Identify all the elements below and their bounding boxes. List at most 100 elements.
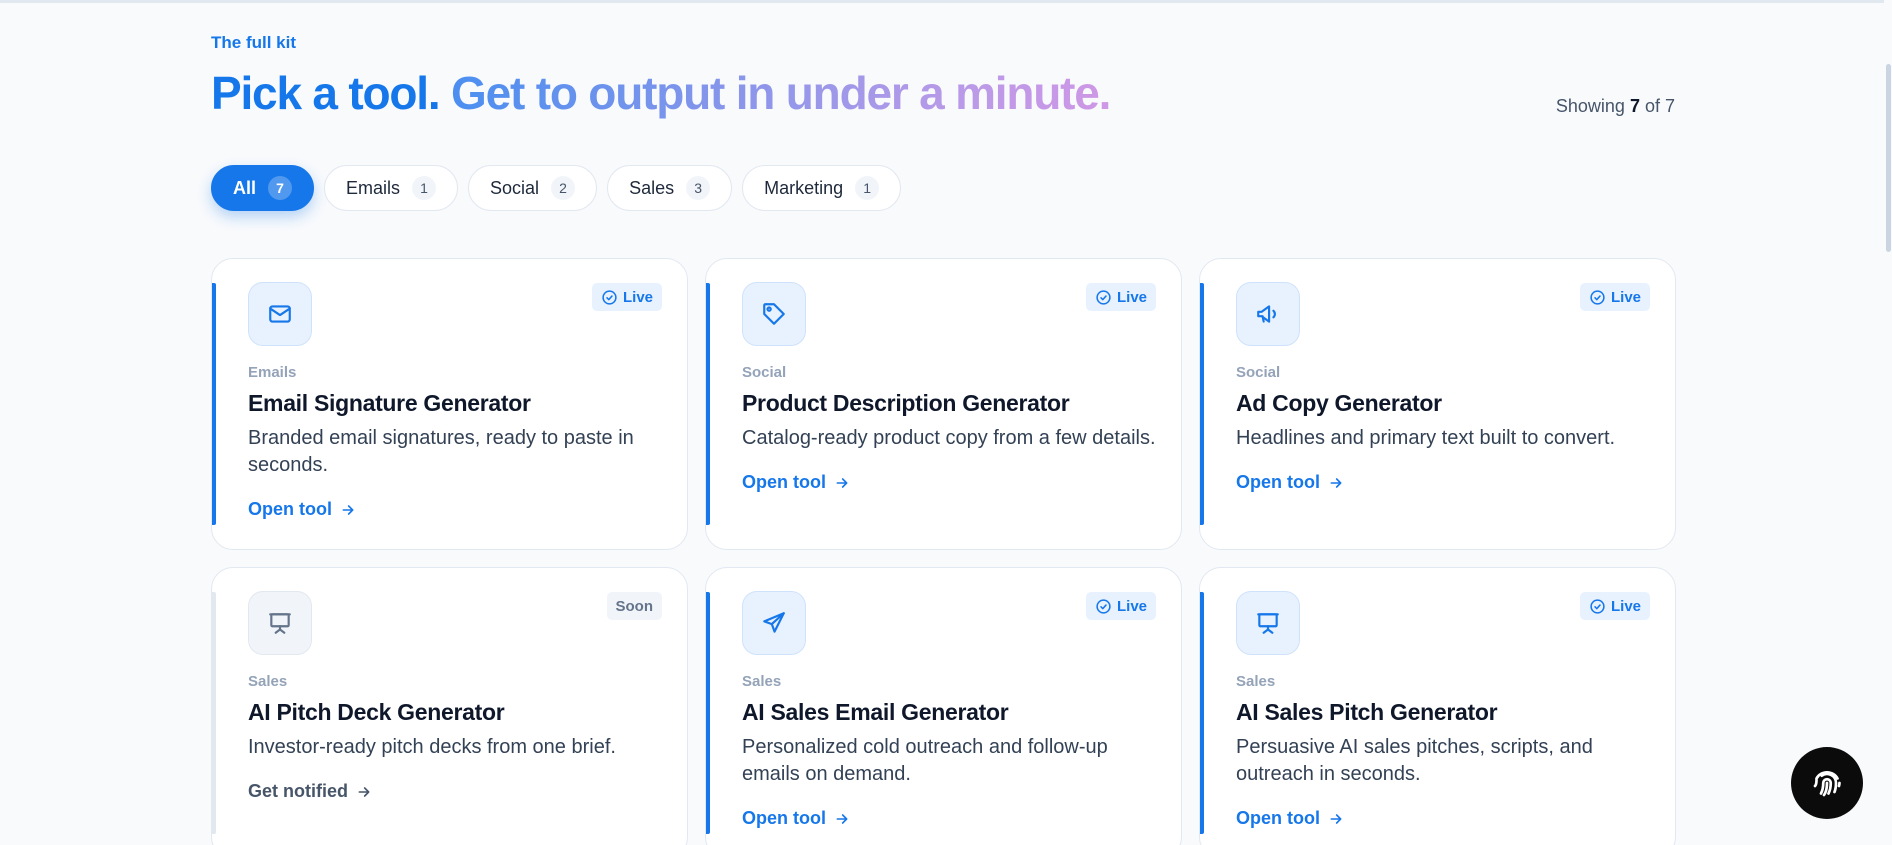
card-accent-bar [706, 283, 710, 525]
get-notified-link[interactable]: Get notified [248, 781, 372, 802]
section-eyebrow: The full kit [211, 33, 296, 52]
status-badge-label: Live [1116, 597, 1147, 615]
megaphone-icon [1236, 282, 1300, 346]
page-title-part2: Get to output in under a minute. [451, 67, 1111, 119]
card-category: Sales [1236, 673, 1276, 690]
card-title: Email Signature Generator [248, 390, 531, 416]
cta-label: Open tool [248, 499, 332, 519]
tool-card-product-description[interactable]: Live Social Product Description Generato… [705, 258, 1182, 550]
filter-chip-social[interactable]: Social 2 [468, 165, 598, 211]
scrollbar[interactable] [1884, 0, 1892, 845]
page-title-part1: Pick a tool. [211, 67, 441, 119]
card-accent-bar [212, 283, 216, 525]
status-badge: Soon [606, 592, 662, 620]
tool-grid: Live Emails Email Signature Generator Br… [211, 258, 1676, 845]
status-badge: Live [1579, 592, 1650, 620]
open-tool-link[interactable]: Open tool [742, 472, 850, 493]
filter-chip-label: Social [490, 177, 540, 198]
card-description: Headlines and primary text built to conv… [1236, 427, 1616, 449]
fingerprint-button[interactable] [1791, 747, 1863, 819]
card-description: Persuasive AI sales pitches, scripts, an… [1236, 736, 1593, 785]
status-badge: Live [1085, 592, 1156, 620]
status-badge-label: Live [1610, 288, 1641, 306]
open-tool-link[interactable]: Open tool [248, 499, 356, 520]
card-category: Social [1236, 364, 1281, 381]
card-accent-bar [1200, 283, 1204, 525]
filter-chip-count: 1 [412, 176, 437, 200]
check-circle-icon [1096, 598, 1111, 614]
send-icon [742, 591, 806, 655]
card-accent-bar [706, 592, 710, 834]
check-circle-icon [1096, 289, 1111, 305]
filter-chips: All 7 Emails 1 Social 2 Sales 3 Marketin… [211, 165, 902, 211]
card-title: AI Sales Pitch Generator [1236, 699, 1498, 725]
filter-chip-label: Sales [629, 177, 675, 198]
results-count: Showing 7 of 7 [1556, 96, 1675, 117]
filter-chip-label: Marketing [764, 177, 844, 198]
card-accent-bar [1200, 592, 1204, 834]
filter-chip-emails[interactable]: Emails 1 [324, 165, 459, 211]
tool-card-pitch-deck[interactable]: Soon Sales AI Pitch Deck Generator Inves… [211, 567, 688, 845]
status-badge-label: Live [1116, 288, 1147, 306]
card-title: Ad Copy Generator [1236, 390, 1442, 416]
top-divider [0, 0, 1892, 3]
cta-label: Open tool [742, 472, 826, 492]
results-count-number: 7 [1629, 96, 1640, 116]
filter-chip-all[interactable]: All 7 [211, 165, 315, 211]
filter-chip-count: 2 [551, 176, 576, 200]
page-title: Pick a tool. Get to output in under a mi… [211, 66, 1111, 120]
card-category: Sales [248, 673, 288, 690]
card-title: Product Description Generator [742, 390, 1070, 416]
arrow-right-icon [1330, 813, 1342, 824]
card-description: Personalized cold outreach and follow-up… [742, 736, 1108, 785]
scrollbar-thumb[interactable] [1886, 64, 1891, 252]
arrow-right-icon [1330, 477, 1342, 488]
arrow-right-icon [358, 786, 370, 797]
check-circle-icon [1590, 598, 1605, 614]
filter-chip-count: 1 [855, 176, 880, 200]
status-badge: Live [1085, 283, 1156, 311]
card-category: Sales [742, 673, 782, 690]
status-badge: Live [1579, 283, 1650, 311]
arrow-right-icon [342, 504, 354, 515]
fingerprint-icon [1813, 771, 1841, 797]
cta-label: Open tool [1236, 472, 1320, 492]
tool-card-sales-pitch[interactable]: Live Sales AI Sales Pitch Generator Pers… [1199, 567, 1676, 845]
card-title: AI Sales Email Generator [742, 699, 1009, 725]
status-badge-label: Soon [615, 597, 654, 615]
card-category: Emails [248, 364, 297, 381]
results-count-prefix: Showing [1555, 96, 1625, 116]
results-count-suffix: of 7 [1644, 96, 1675, 116]
presentation-icon [248, 591, 312, 655]
filter-chip-marketing[interactable]: Marketing 1 [742, 165, 902, 211]
status-badge-label: Live [1610, 597, 1641, 615]
open-tool-link[interactable]: Open tool [742, 808, 850, 829]
card-description: Catalog-ready product copy from a few de… [742, 427, 1156, 449]
filter-chip-count: 7 [268, 176, 293, 200]
mail-icon [248, 282, 312, 346]
check-circle-icon [602, 289, 617, 305]
card-title: AI Pitch Deck Generator [248, 699, 505, 725]
cta-label: Get notified [248, 781, 348, 801]
tool-card-sales-email[interactable]: Live Sales AI Sales Email Generator Pers… [705, 567, 1182, 845]
tool-card-email-signature[interactable]: Live Emails Email Signature Generator Br… [211, 258, 688, 550]
cta-label: Open tool [1236, 808, 1320, 828]
open-tool-link[interactable]: Open tool [1236, 808, 1344, 829]
filter-chip-sales[interactable]: Sales 3 [607, 165, 733, 211]
presentation-icon [1236, 591, 1300, 655]
filter-chip-label: All [233, 177, 257, 198]
status-badge: Live [591, 283, 662, 311]
cta-label: Open tool [742, 808, 826, 828]
arrow-right-icon [836, 477, 848, 488]
filter-chip-count: 3 [686, 176, 711, 200]
card-category: Social [742, 364, 787, 381]
card-description: Investor-ready pitch decks from one brie… [248, 736, 616, 758]
status-badge-label: Live [622, 288, 653, 306]
open-tool-link[interactable]: Open tool [1236, 472, 1344, 493]
tag-icon [742, 282, 806, 346]
arrow-right-icon [836, 813, 848, 824]
tool-card-ad-copy[interactable]: Live Social Ad Copy Generator Headlines … [1199, 258, 1676, 550]
card-accent-bar [212, 592, 216, 834]
check-circle-icon [1590, 289, 1605, 305]
card-description: Branded email signatures, ready to paste… [248, 427, 634, 476]
